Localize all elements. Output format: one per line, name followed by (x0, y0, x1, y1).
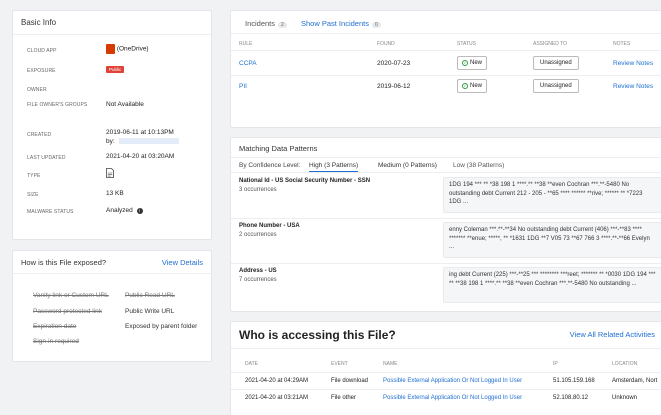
patterns-card: Matching Data Patterns By Confidence Lev… (230, 137, 661, 312)
divider (231, 75, 661, 76)
exposure-item: Exposed by parent folder (125, 323, 198, 330)
review-notes-link[interactable]: Review Notes (613, 60, 653, 67)
col-header-notes: NOTES (613, 41, 631, 47)
pattern-count: 7 occurrences (239, 277, 277, 283)
malware-label: MALWARE STATUS (27, 209, 74, 215)
access-event: File other (331, 395, 357, 401)
exposure-item: Public Write URL (125, 308, 175, 315)
owner-label: OWNER (27, 87, 47, 93)
type-label: TYPE (27, 173, 41, 179)
incidents-card: Incidents 2 Show Past Incidents 0 RULE FOU… (230, 10, 661, 128)
public-badge: Public (106, 66, 125, 73)
basic-info-card: Basic Info CLOUD APP (OneDrive) EXPOSURE… (12, 10, 212, 240)
assign-dropdown[interactable]: Unassigned (533, 79, 579, 93)
tab-past-incidents[interactable]: Show Past Incidents 0 (301, 19, 381, 28)
size-label: SIZE (27, 192, 39, 198)
divider (13, 273, 211, 274)
last-updated-value: 2021-04-20 at 03:20AM (106, 153, 175, 160)
cloud-app-label: CLOUD APP (27, 48, 57, 54)
col-header-event: EVENT (331, 361, 348, 367)
pattern-name: Address - US (239, 268, 277, 274)
status-dropdown[interactable]: ✓ New (457, 56, 488, 70)
tab-low[interactable]: Low (38 Patterns) (453, 162, 504, 169)
view-all-activities-link[interactable]: View All Related Activities (570, 330, 655, 339)
divider (231, 157, 661, 158)
divider (231, 172, 661, 173)
access-card: Who is accessing this File? View All Rel… (230, 321, 661, 415)
created-value: 2019-06-11 at 10:13PM (106, 129, 174, 136)
exposure-item: Vanity link or Custom URL (33, 292, 109, 299)
divider (231, 33, 661, 34)
col-header-found: FOUND (377, 41, 395, 47)
pattern-count: 2 occurrences (239, 232, 277, 238)
created-by: by: (106, 138, 180, 145)
pattern-name: Phone Number - USA (239, 223, 300, 229)
col-header-ip: IP (553, 361, 558, 367)
access-ip: 52.108.80.12 (553, 395, 589, 401)
patterns-title: Matching Data Patterns (239, 144, 318, 153)
file-type-icon (106, 168, 114, 180)
divider (231, 372, 661, 373)
pattern-snippet: ing debt Current (225) ***-**25 *** ****… (443, 267, 661, 303)
exposure-value: Public (106, 66, 125, 73)
status-dropdown[interactable]: ✓ New (457, 79, 488, 93)
pattern-count: 3 occurrences (239, 187, 277, 193)
malware-value: Analyzed i (106, 207, 143, 214)
divider (231, 389, 661, 390)
exposure-item: Password protected link (33, 308, 103, 315)
divider (231, 218, 661, 219)
access-name-link[interactable]: Possible External Application Or Not Log… (383, 395, 522, 401)
exposure-card-title: How is this File exposed? (21, 258, 107, 267)
access-ip: 51.105.159.168 (553, 378, 595, 384)
tab-high[interactable]: High (3 Patterns) (309, 162, 359, 172)
pattern-snippet: enny Coleman ***.**-**34 No outstanding … (443, 222, 661, 258)
access-date: 2021-04-20 at 04:29AM (245, 378, 309, 384)
pattern-name: National Id - US Social Security Number … (239, 178, 371, 184)
col-header-rule: RULE (239, 41, 253, 47)
confidence-label: By Confidence Level: (239, 162, 301, 169)
exposure-item: Expiration date (33, 323, 77, 330)
exposure-item: Sign-in required (33, 338, 79, 345)
info-icon[interactable]: i (136, 208, 143, 214)
incident-rule-link[interactable]: CCPA (239, 60, 257, 67)
exposure-card: How is this File exposed? View Details V… (12, 250, 212, 362)
incident-found: 2019-06-12 (377, 83, 411, 90)
assign-dropdown[interactable]: Unassigned (533, 56, 579, 70)
access-name-link[interactable]: Possible External Application Or Not Log… (383, 378, 522, 384)
col-header-name: NAME (383, 361, 398, 367)
last-updated-label: LAST UPDATED (27, 155, 66, 161)
cloud-app-value: (OneDrive) (106, 44, 149, 54)
view-details-link[interactable]: View Details (162, 258, 203, 267)
exposure-item: Public Read URL (125, 292, 175, 299)
redacted-block (119, 138, 180, 145)
col-header-status: STATUS (457, 41, 476, 47)
access-title: Who is accessing this File? (239, 328, 396, 342)
created-label: CREATED (27, 132, 52, 138)
col-header-date: DATE (245, 361, 258, 367)
exposure-label: EXPOSURE (27, 68, 56, 74)
divider (231, 263, 661, 264)
access-location: Amsterdam, Nort (612, 378, 658, 384)
divider (231, 348, 661, 349)
access-location: Unknown (612, 395, 638, 401)
divider (231, 50, 661, 51)
review-notes-link[interactable]: Review Notes (613, 83, 653, 90)
incident-rule-link[interactable]: PII (239, 83, 247, 90)
check-circle-icon: ✓ (462, 83, 468, 89)
owner-groups-value: Not Available (106, 101, 144, 108)
col-header-assigned: ASSIGNED TO (533, 41, 567, 47)
access-event: File download (331, 378, 369, 384)
check-circle-icon: ✓ (462, 60, 468, 66)
office-icon (106, 44, 115, 54)
access-date: 2021-04-20 at 03:21AM (245, 395, 309, 401)
owner-groups-label: FILE OWNER'S GROUPS (27, 102, 88, 108)
tab-medium[interactable]: Medium (0 Patterns) (378, 162, 437, 169)
basic-info-title: Basic Info (13, 11, 211, 35)
col-header-location: LOCATION (612, 361, 638, 367)
tab-incidents[interactable]: Incidents 2 (245, 19, 287, 28)
size-value: 13 KB (106, 190, 124, 197)
pattern-snippet: 1DG 194 *** ** *38 198 1 ****.** **38 **… (443, 177, 661, 213)
incident-found: 2020-07-23 (377, 60, 411, 67)
